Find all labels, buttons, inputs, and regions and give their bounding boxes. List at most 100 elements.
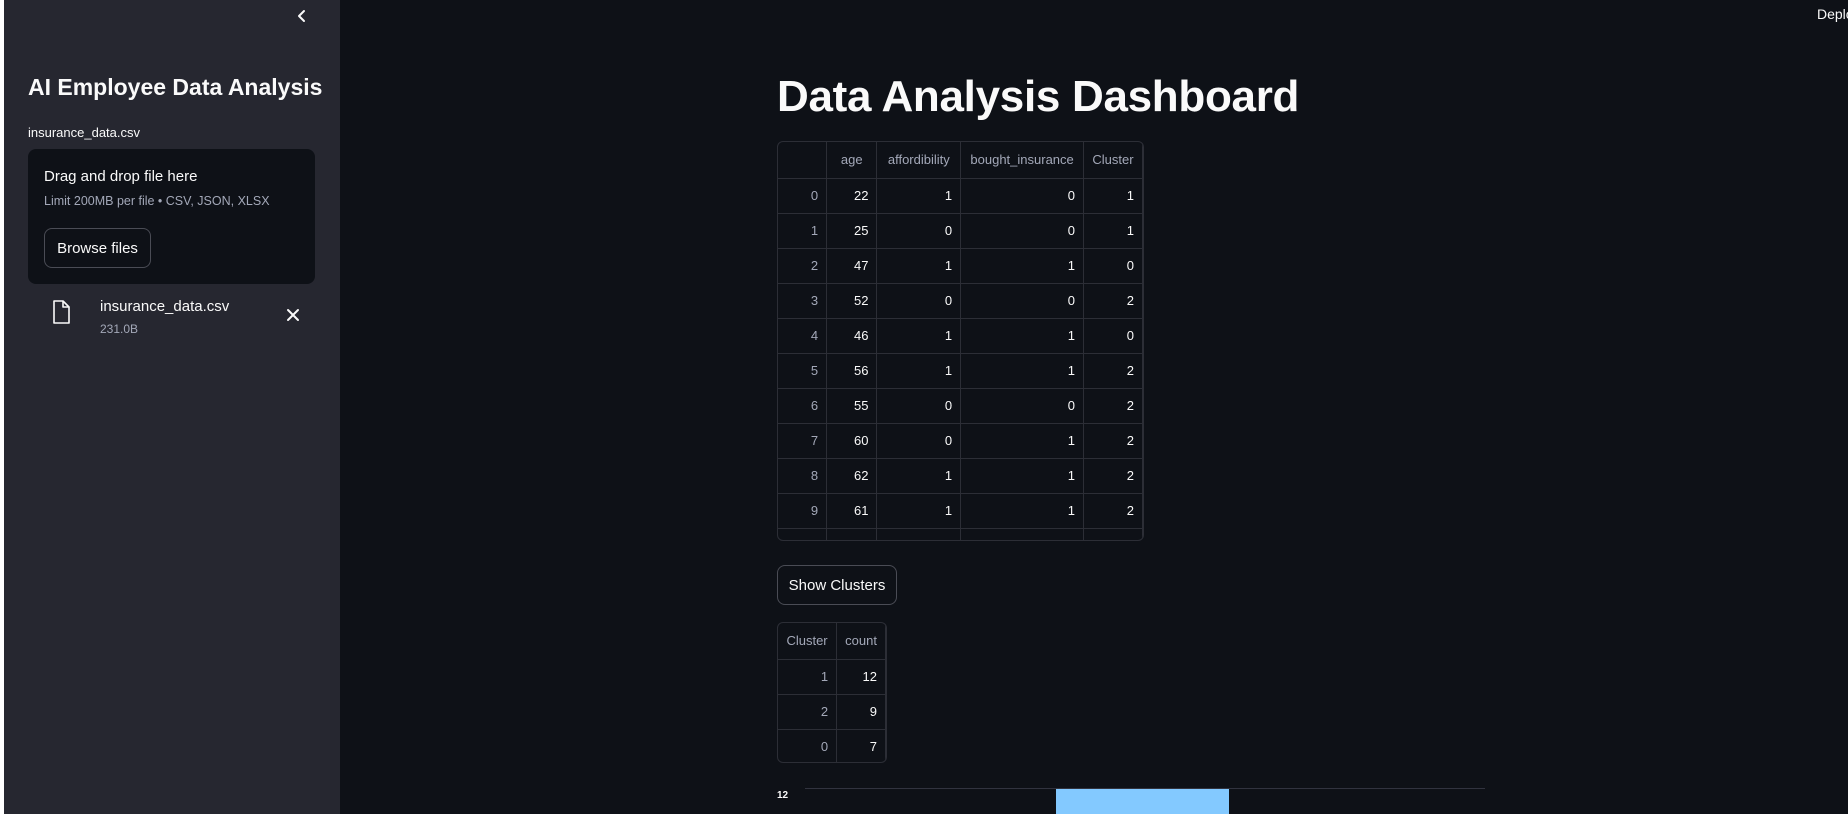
column-header-count[interactable]: count [836,623,886,660]
cell-affordibility[interactable]: 1 [876,318,962,354]
cell-index[interactable]: 5 [778,353,828,389]
cell-affordibility[interactable]: 1 [876,458,962,494]
column-header-index[interactable] [778,142,828,179]
table-row: 5 56 1 1 2 [778,353,1143,389]
cell-affordibility[interactable]: 1 [876,493,962,529]
cluster-bar-chart: 12 [777,788,1485,814]
cell-affordibility[interactable]: 1 [876,248,962,284]
sidebar: AI Employee Data Analysis insurance_data… [4,0,340,814]
cell-affordibility[interactable]: 0 [876,388,962,424]
cell-affordibility[interactable]: 0 [876,283,962,319]
cell-count[interactable]: 9 [836,694,886,730]
cell-cluster[interactable]: 1 [1083,213,1143,249]
data-table[interactable]: age affordibility bought_insurance Clust… [777,141,1144,541]
show-clusters-button[interactable]: Show Clusters [777,565,897,605]
column-header-bought-insurance[interactable]: bought_insurance [960,142,1085,179]
cell-count[interactable]: 12 [836,659,886,695]
cell-cluster[interactable]: 2 [1083,353,1143,389]
column-header-cluster[interactable]: Cluster [778,623,838,660]
cell-age[interactable]: 52 [826,283,878,319]
cell-cluster[interactable]: 0 [1083,318,1143,354]
cell-index[interactable]: 7 [778,423,828,459]
cell-cluster[interactable]: 0 [778,729,838,762]
column-header-affordibility[interactable]: affordibility [876,142,962,179]
table-row: 7 60 0 1 2 [778,423,1143,459]
cell-cluster[interactable]: 2 [1083,283,1143,319]
cell-index[interactable]: 6 [778,388,828,424]
cell-bought-insurance[interactable]: 1 [960,318,1085,354]
table-row: 07 [778,729,886,762]
cell-bought-insurance[interactable]: 0 [960,178,1085,214]
cell-cluster[interactable]: 2 [1083,388,1143,424]
uploaded-file-name: insurance_data.csv [100,298,230,315]
cell-age[interactable]: 60 [826,423,878,459]
sidebar-title: AI Employee Data Analysis [28,74,323,100]
cell-affordibility[interactable]: 0 [876,213,962,249]
table-row: 6 55 0 0 2 [778,388,1143,424]
y-tick-label: 12 [777,790,789,801]
cell-cluster[interactable]: 2 [1083,458,1143,494]
cell-index[interactable]: 9 [778,493,828,529]
cell-index[interactable]: 2 [778,248,828,284]
cell-bought-insurance[interactable]: 0 [960,388,1085,424]
table-body: 0 22 1 0 1 1 25 0 0 1 2 47 1 1 0 3 52 0 0 2 4 46 1 1 0 5 56 1 1 2 6 55 0… [778,178,1143,540]
cell-bought-insurance[interactable]: 1 [960,248,1085,284]
cell-index[interactable]: 8 [778,458,828,494]
cell-age[interactable]: 62 [826,458,878,494]
cell-index[interactable]: 0 [778,178,828,214]
table-row: 2 47 1 1 0 [778,248,1143,284]
table-row: 1 12 [778,659,886,695]
cell-index[interactable]: 4 [778,318,828,354]
deploy-button[interactable]: Deplo [1817,6,1848,22]
cell-age[interactable]: 25 [826,213,878,249]
table-cell-empty [826,528,878,540]
collapse-sidebar-button[interactable] [290,4,314,28]
cell-bought-insurance[interactable]: 0 [960,213,1085,249]
data-grid: age affordibility bought_insurance Clust… [778,142,1143,540]
cell-count[interactable]: 7 [836,729,886,762]
table-header-row: Cluster count [778,623,886,660]
chart-bar[interactable] [1056,789,1229,814]
table-cell-empty [876,528,962,540]
cell-cluster[interactable]: 1 [778,659,838,695]
cell-age[interactable]: 56 [826,353,878,389]
file-dropzone[interactable]: Drag and drop file here Limit 200MB per … [28,149,315,284]
cell-bought-insurance[interactable]: 1 [960,423,1085,459]
browse-files-button[interactable]: Browse files [44,228,151,268]
table-row-partial [778,528,1143,540]
dropzone-title: Drag and drop file here [44,168,198,185]
cluster-grid: Cluster count 1 12 2 9 0 7 [778,623,886,762]
cluster-table-body: 1 12 2 9 0 7 [778,659,886,762]
column-header-cluster[interactable]: Cluster [1083,142,1143,179]
cell-cluster[interactable]: 2 [1083,493,1143,529]
cell-affordibility[interactable]: 1 [876,178,962,214]
table-row: 0 22 1 0 1 [778,178,1143,214]
cell-age[interactable]: 46 [826,318,878,354]
cell-bought-insurance[interactable]: 1 [960,458,1085,494]
table-row: 3 52 0 0 2 [778,283,1143,319]
cell-bought-insurance[interactable]: 1 [960,493,1085,529]
table-row: 4 46 1 1 0 [778,318,1143,354]
cell-index[interactable]: 1 [778,213,828,249]
cell-bought-insurance[interactable]: 0 [960,283,1085,319]
cell-cluster[interactable]: 2 [1083,423,1143,459]
cell-bought-insurance[interactable]: 1 [960,353,1085,389]
cell-age[interactable]: 22 [826,178,878,214]
cluster-count-table[interactable]: Cluster count 1 12 2 9 0 7 [777,622,887,763]
cell-cluster[interactable]: 2 [778,694,838,730]
cell-cluster[interactable]: 1 [1083,178,1143,214]
file-icon [53,300,70,324]
cell-affordibility[interactable]: 1 [876,353,962,389]
cell-age[interactable]: 55 [826,388,878,424]
cell-age[interactable]: 61 [826,493,878,529]
cell-age[interactable]: 47 [826,248,878,284]
cell-affordibility[interactable]: 0 [876,423,962,459]
cell-index[interactable]: 3 [778,283,828,319]
table-cell-empty [960,528,1085,540]
table-row: 9 61 1 1 2 [778,493,1143,529]
column-header-age[interactable]: age [826,142,878,179]
cell-cluster[interactable]: 0 [1083,248,1143,284]
close-icon[interactable] [284,306,302,324]
table-row: 8 62 1 1 2 [778,458,1143,494]
chevron-left-icon [298,10,305,22]
